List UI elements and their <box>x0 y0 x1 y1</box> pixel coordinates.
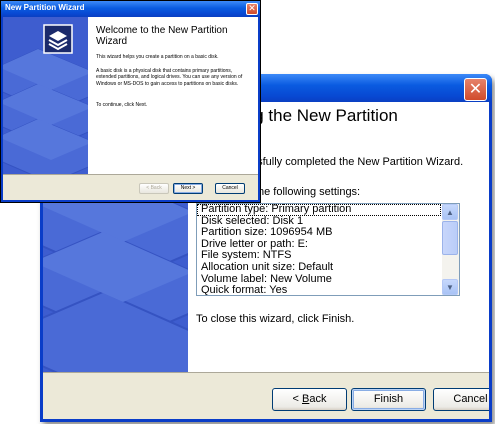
welcome-wizard-client: Welcome to the New Partition Wizard This… <box>3 17 258 200</box>
footer-divider <box>3 174 258 175</box>
settings-intro: he following settings: <box>258 186 361 198</box>
intro-paragraph: This wizard helps you create a partition… <box>96 54 219 60</box>
scroll-down-icon[interactable]: ▼ <box>442 279 458 295</box>
page-heading: ing the New Partition <box>241 106 398 125</box>
welcome-wizard-content: Welcome to the New Partition Wizard This… <box>88 17 258 174</box>
wizard-sidebar-graphic <box>3 17 88 174</box>
settings-list: Partition type: Primary partition Disk s… <box>197 204 441 295</box>
back-button[interactable]: < Back <box>139 183 169 194</box>
back-button[interactable]: < Back <box>272 388 347 411</box>
welcome-wizard-window: New Partition Wizard ✕ Welcome to the Ne… <box>0 0 261 203</box>
welcome-wizard-titlebar[interactable]: New Partition Wizard ✕ <box>1 1 260 17</box>
finish-instruction: To close this wizard, click Finish. <box>196 313 355 325</box>
back-button-label: ack <box>309 393 327 405</box>
window-title: New Partition Wizard <box>5 3 85 12</box>
continue-paragraph: To continue, click Next. <box>96 102 148 108</box>
cancel-button[interactable]: Cancel <box>215 183 245 194</box>
basic-disk-paragraph: A basic disk is a physical disk that con… <box>96 68 243 87</box>
page-heading: Welcome to the New Partition Wizard <box>96 25 228 47</box>
cancel-button[interactable]: Cancel <box>433 388 489 411</box>
vertical-scrollbar[interactable]: ▲ ▼ <box>442 204 459 295</box>
footer-divider <box>43 372 489 373</box>
scroll-up-icon[interactable]: ▲ <box>442 204 458 220</box>
finish-button[interactable]: Finish <box>351 388 426 411</box>
close-icon[interactable]: ✕ <box>246 3 258 15</box>
list-item[interactable]: Quick format: Yes <box>197 285 441 295</box>
settings-listbox[interactable]: Partition type: Primary partition Disk s… <box>196 203 460 296</box>
completed-message: cessfully completed the New Partition Wi… <box>240 156 464 168</box>
list-item[interactable]: Partition type: Primary partition <box>197 204 441 216</box>
list-item[interactable]: Allocation unit size: Default <box>197 261 441 274</box>
close-icon[interactable]: ✕ <box>464 78 487 101</box>
next-button[interactable]: Next > <box>173 183 203 194</box>
scrollbar-thumb[interactable] <box>442 221 458 255</box>
wizard-logo-icon <box>43 24 73 54</box>
back-button-prefix: < <box>292 393 302 405</box>
